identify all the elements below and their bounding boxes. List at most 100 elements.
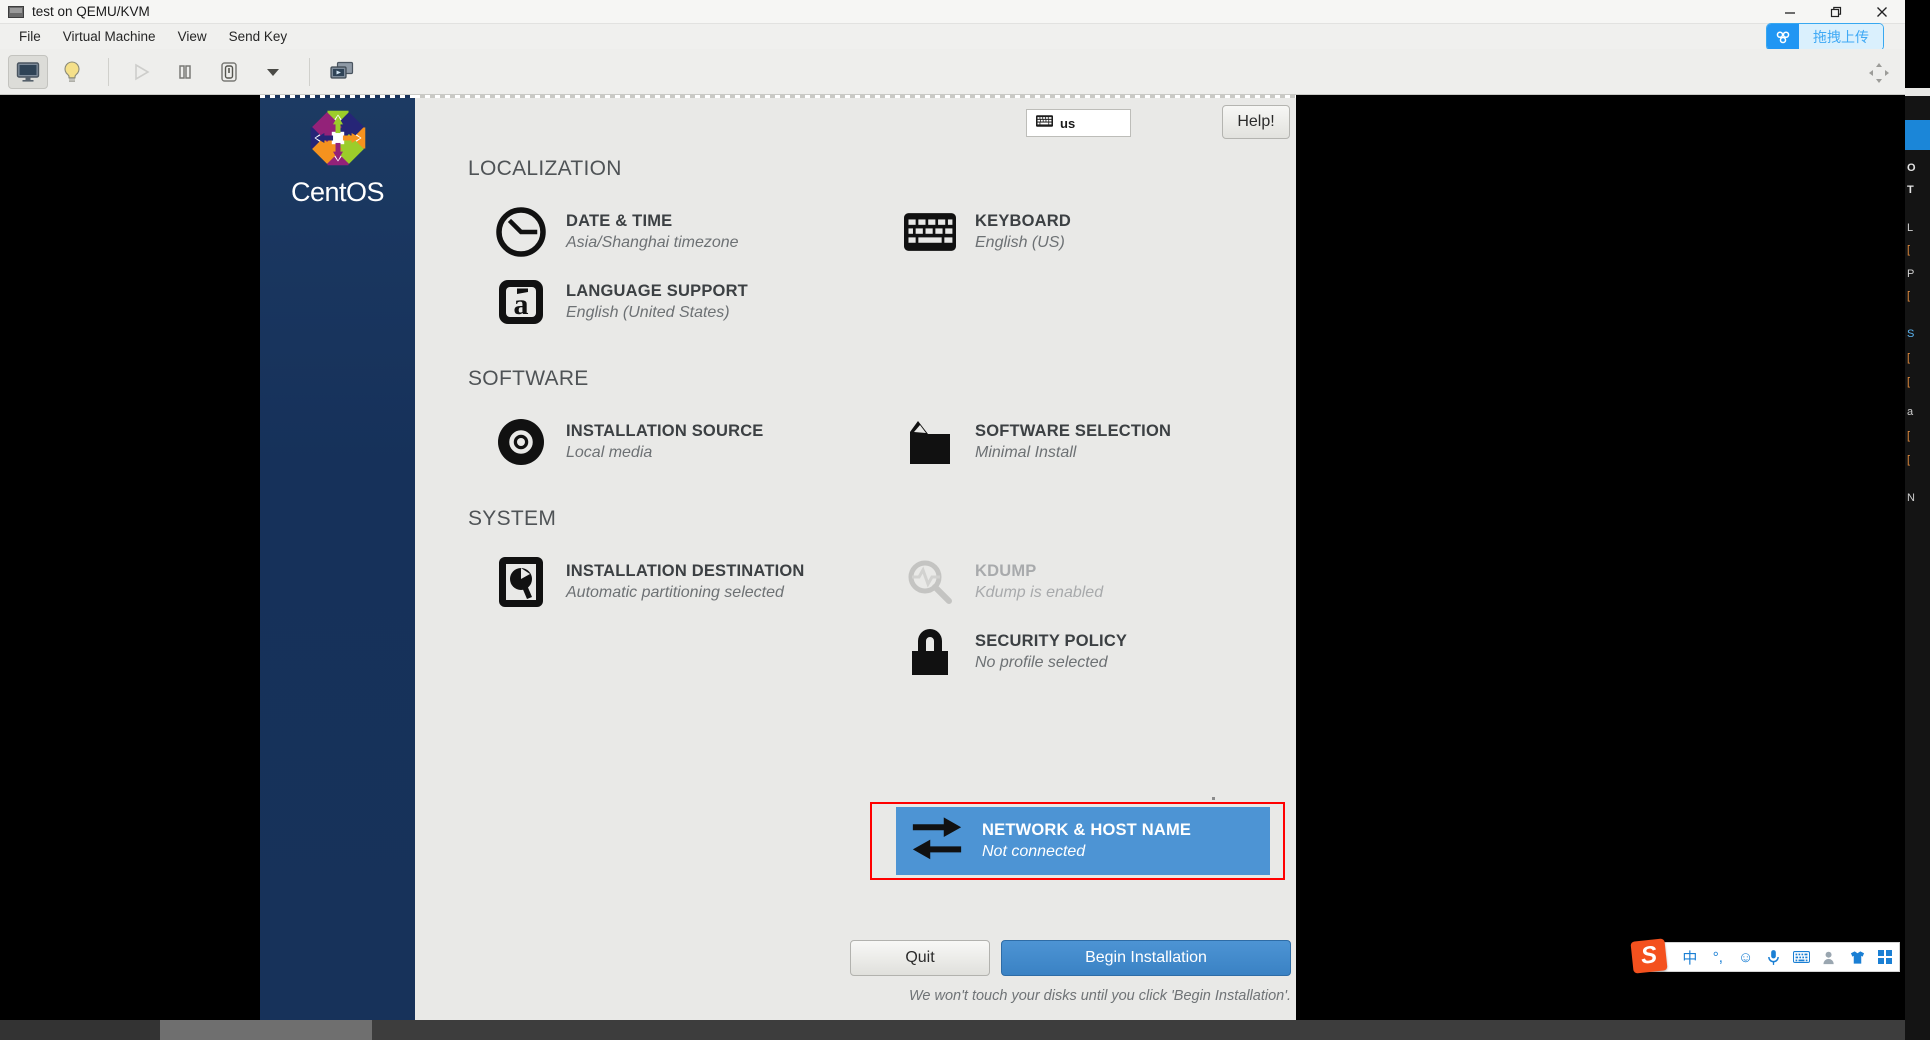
- toolbar-separator: [108, 57, 109, 86]
- anaconda-sidebar: CentOS: [260, 95, 415, 1020]
- bg-line: [: [1907, 290, 1911, 302]
- centos-swirl-logo: [307, 107, 369, 169]
- hub-item-title: KEYBOARD: [975, 212, 1072, 230]
- hub-item-subtitle: Minimal Install: [975, 444, 1077, 461]
- toolbar-separator: [309, 57, 310, 86]
- keyboard-layout-indicator[interactable]: us: [1026, 109, 1131, 137]
- resize-icon[interactable]: [1867, 61, 1891, 85]
- hub-item-title: DATE & TIME: [566, 212, 673, 230]
- hub-item-security-policy[interactable]: SECURITY POLICY No profile selected: [877, 617, 1286, 687]
- bg-line: [: [1907, 352, 1911, 364]
- bg-line: [: [1907, 454, 1911, 466]
- sogou-logo-icon[interactable]: S: [1630, 938, 1668, 974]
- anaconda-top-dashed-border: [415, 95, 1296, 98]
- keyboard-icon: [1036, 114, 1053, 132]
- quit-button[interactable]: Quit: [850, 940, 990, 976]
- section-column-left: DATE & TIME Asia/Shanghai timezone a LAN…: [468, 197, 877, 337]
- footer-note: We won't touch your disks until you clic…: [909, 988, 1291, 1004]
- chinese-mode-icon[interactable]: 中: [1676, 942, 1704, 972]
- vm-monitor-icon: [8, 5, 24, 18]
- hub-item-subtitle: Automatic partitioning selected: [566, 584, 784, 601]
- section-column-left: INSTALLATION DESTINATION Automatic parti…: [468, 547, 877, 687]
- run-vm-button[interactable]: [121, 55, 161, 89]
- section-title-localization: LOCALIZATION: [468, 157, 622, 180]
- bg-line: P: [1907, 268, 1915, 280]
- anaconda-installation-summary: CentOS us Help! LOCALIZATION DATE & TIME…: [260, 95, 1296, 1020]
- bg-line: N: [1907, 492, 1915, 504]
- clock-icon: [492, 203, 550, 261]
- show-console-button[interactable]: [8, 54, 48, 89]
- hub-item-subtitle: Local media: [566, 444, 653, 461]
- hub-item-title: KDUMP: [975, 562, 1037, 580]
- bg-line: a: [1907, 406, 1914, 418]
- taskbar-segment: [372, 1020, 1905, 1040]
- hub-item-keyboard[interactable]: KEYBOARD English (US): [877, 197, 1286, 267]
- begin-installation-button[interactable]: Begin Installation: [1001, 940, 1291, 976]
- voice-input-icon[interactable]: [1760, 942, 1788, 972]
- hub-item-network-host-name[interactable]: NETWORK & HOST NAME Not connected: [896, 807, 1270, 875]
- centos-wordmark: CentOS: [290, 177, 385, 207]
- hub-item-title: LANGUAGE SUPPORT: [566, 282, 748, 300]
- hub-item-network-host-name-wrapper: NETWORK & HOST NAME Not connected: [896, 807, 1270, 875]
- hub-item-software-selection[interactable]: SOFTWARE SELECTION Minimal Install: [877, 407, 1286, 477]
- shutdown-vm-button[interactable]: [209, 55, 249, 89]
- bg-line: O: [1907, 162, 1916, 174]
- ime-toolbar[interactable]: 中 °, ☺: [1637, 942, 1900, 972]
- drag-upload-label: 拖拽上传: [1799, 23, 1883, 50]
- section-grid-system: INSTALLATION DESTINATION Automatic parti…: [468, 547, 1286, 687]
- menu-file[interactable]: File: [8, 26, 52, 47]
- pause-vm-button[interactable]: [165, 55, 205, 89]
- hub-item-subtitle: English (United States): [566, 304, 730, 321]
- anaconda-main-panel: us Help! LOCALIZATION DATE & TIME Asia/S…: [415, 95, 1296, 1020]
- close-icon[interactable]: [1859, 0, 1905, 24]
- network-icon: [908, 812, 966, 870]
- bg-line: S: [1907, 328, 1915, 340]
- bg-line: T: [1907, 184, 1914, 196]
- menu-virtual-machine[interactable]: Virtual Machine: [52, 26, 167, 47]
- snapshots-screens-icon[interactable]: [322, 55, 362, 89]
- soft-keyboard-icon[interactable]: [1788, 942, 1816, 972]
- window-title: test on QEMU/KVM: [32, 4, 150, 19]
- toolbox-icon[interactable]: [1871, 942, 1899, 972]
- punctuation-icon[interactable]: °,: [1704, 942, 1732, 972]
- minimize-icon[interactable]: [1767, 0, 1813, 24]
- menu-send-key[interactable]: Send Key: [218, 26, 299, 47]
- hub-item-title: INSTALLATION SOURCE: [566, 422, 764, 440]
- cloud-upload-icon: [1767, 23, 1799, 50]
- hub-item-kdump[interactable]: KDUMP Kdump is enabled: [877, 547, 1286, 617]
- help-button[interactable]: Help!: [1222, 105, 1290, 139]
- cursor-dot: [1212, 797, 1215, 800]
- section-grid-localization: DATE & TIME Asia/Shanghai timezone a LAN…: [468, 197, 1286, 337]
- emoji-icon[interactable]: ☺: [1732, 942, 1760, 972]
- vm-console-viewport[interactable]: CentOS us Help! LOCALIZATION DATE & TIME…: [0, 95, 1905, 1020]
- hub-item-subtitle: Kdump is enabled: [975, 584, 1104, 601]
- taskbar-active-window[interactable]: [160, 1020, 372, 1040]
- hub-item-subtitle: Not connected: [982, 843, 1086, 860]
- hub-item-installation-source[interactable]: INSTALLATION SOURCE Local media: [468, 407, 877, 477]
- bg-line: [: [1907, 430, 1911, 442]
- section-column-right: KDUMP Kdump is enabled SECURITY POLICY N…: [877, 547, 1286, 687]
- menu-view[interactable]: View: [167, 26, 218, 47]
- show-details-button[interactable]: [52, 55, 92, 89]
- section-title-system: SYSTEM: [468, 507, 557, 530]
- hub-item-language-support[interactable]: a LANGUAGE SUPPORT English (United State…: [468, 267, 877, 337]
- hub-item-date-time[interactable]: DATE & TIME Asia/Shanghai timezone: [468, 197, 877, 267]
- virt-manager-window: test on QEMU/KVM File Virtual Machine Vi…: [0, 0, 1905, 1020]
- a-accent-icon: a: [492, 273, 550, 331]
- disc-icon: [492, 413, 550, 471]
- shutdown-menu-chevron-down-icon[interactable]: [253, 55, 293, 89]
- account-icon[interactable]: [1815, 942, 1843, 972]
- hub-item-subtitle: No profile selected: [975, 654, 1108, 671]
- maximize-icon[interactable]: [1813, 0, 1859, 24]
- hub-item-title: SOFTWARE SELECTION: [975, 422, 1172, 440]
- hub-item-title: SECURITY POLICY: [975, 632, 1128, 650]
- skin-icon[interactable]: [1843, 942, 1871, 972]
- section-column-right: SOFTWARE SELECTION Minimal Install: [877, 407, 1286, 477]
- section-grid-software: INSTALLATION SOURCE Local media SOFTWARE…: [468, 407, 1286, 477]
- bg-line: [: [1907, 244, 1911, 256]
- keyboard-layout-label: us: [1060, 115, 1076, 131]
- hub-item-installation-destination[interactable]: INSTALLATION DESTINATION Automatic parti…: [468, 547, 877, 617]
- magnifier-wave-icon: [901, 553, 959, 611]
- drag-upload-button[interactable]: 拖拽上传: [1767, 23, 1883, 50]
- summary-sections: LOCALIZATION DATE & TIME Asia/Shanghai t…: [468, 157, 1286, 687]
